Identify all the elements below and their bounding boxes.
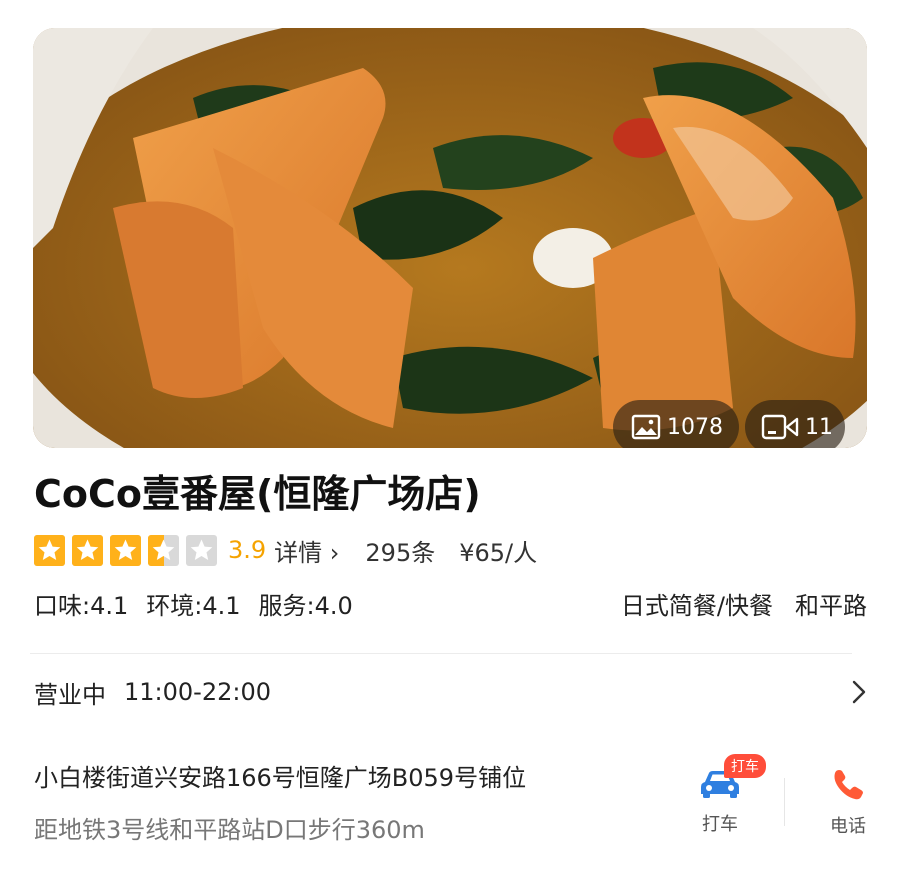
average-price: ¥65/人 (459, 538, 538, 567)
category-tag[interactable]: 日式简餐/快餐 (621, 586, 773, 621)
shop-tags: 日式简餐/快餐 和平路 (599, 584, 867, 622)
chevron-right-icon: › (322, 538, 340, 567)
rating-details-label: 详情 (274, 538, 323, 567)
food-photo-illustration (33, 28, 867, 448)
taxi-badge: 打车 (724, 754, 766, 778)
taxi-button[interactable]: 打车 打车 (690, 754, 766, 836)
photo-count: 1078 (667, 414, 723, 440)
star-icon (110, 534, 141, 566)
video-count: 11 (805, 414, 833, 440)
divider (30, 653, 852, 654)
image-icon (631, 414, 661, 440)
phone-icon (834, 770, 863, 800)
video-count-button[interactable]: 11 (745, 400, 845, 448)
shop-name: CoCo壹番屋(恒隆广场店) (34, 472, 481, 516)
taxi-label: 打车 (702, 814, 738, 835)
open-status: 营业中 (34, 680, 106, 709)
rating-score: 3.9 (228, 536, 267, 564)
phone-button[interactable]: 电话 (818, 768, 878, 838)
star-icon (72, 534, 103, 566)
service-score: 服务:4.0 (258, 591, 353, 620)
metro-distance: 距地铁3号线和平路站D口步行360m (34, 816, 425, 844)
district-tag[interactable]: 和平路 (795, 586, 867, 621)
star-icon (186, 534, 217, 566)
video-camera-icon (761, 414, 799, 440)
environment-score: 环境:4.1 (146, 591, 241, 620)
phone-label: 电话 (830, 816, 866, 837)
photo-count-button[interactable]: 1078 (613, 400, 739, 448)
star-rating (34, 534, 224, 566)
shop-address[interactable]: 小白楼街道兴安路166号恒隆广场B059号铺位 (34, 758, 526, 793)
action-separator (784, 778, 785, 826)
rating-details-link[interactable]: 详情 › (274, 533, 339, 568)
star-icon (34, 534, 65, 566)
opening-hours-row[interactable]: 营业中 11:00-22:00 (34, 668, 870, 716)
rating-row: 3.9 详情 › 295条 ¥65/人 (34, 528, 537, 572)
shop-photo[interactable]: 1078 11 (33, 28, 867, 448)
star-icon (148, 534, 179, 566)
opening-hours: 11:00-22:00 (124, 678, 271, 706)
review-count[interactable]: 295条 (365, 533, 435, 568)
taste-score: 口味:4.1 (34, 591, 129, 620)
sub-scores: 口味:4.1 环境:4.1 服务:4.0 (34, 584, 371, 622)
chevron-right-icon (852, 680, 866, 704)
